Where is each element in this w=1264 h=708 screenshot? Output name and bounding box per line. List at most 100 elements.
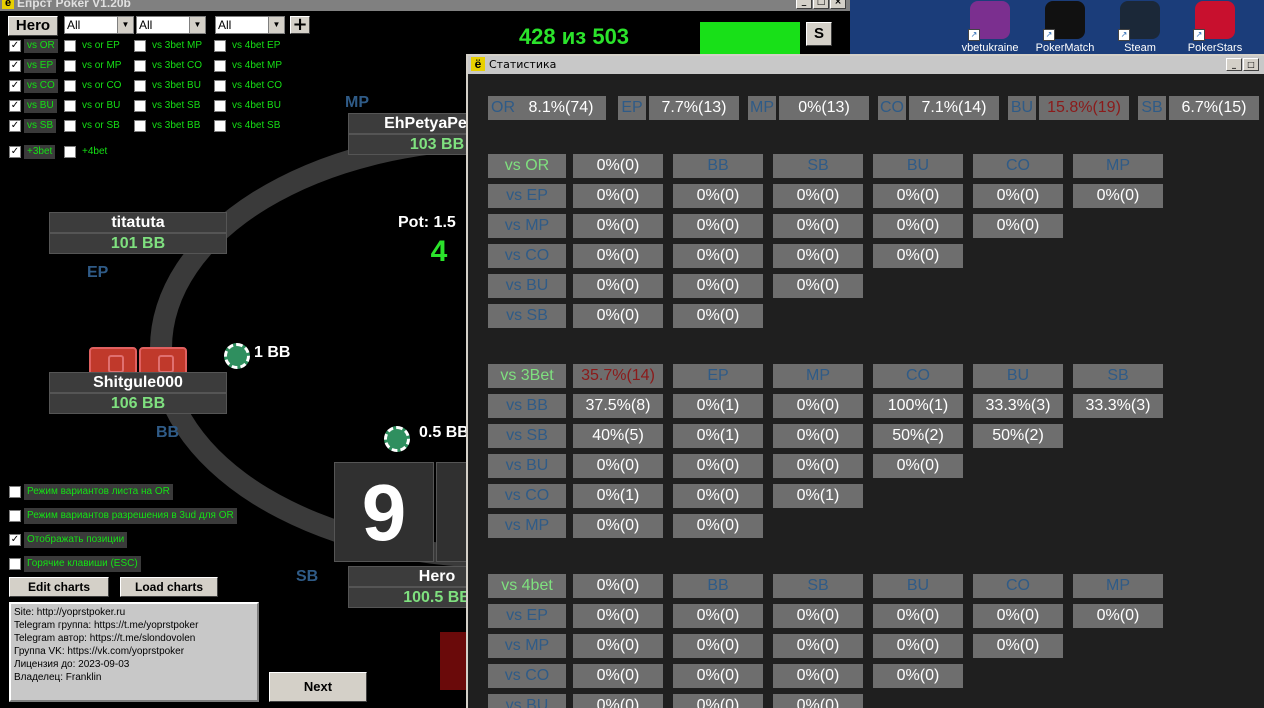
filter-select-3[interactable]: All ▼ (215, 16, 285, 34)
checkbox-box[interactable] (64, 80, 76, 92)
checkbox-box[interactable] (9, 558, 21, 570)
stat-cell: 0%(0) (773, 394, 863, 418)
maximize-button[interactable]: □ (813, 0, 829, 9)
range-checkbox[interactable]: vs 4bet BU (214, 99, 284, 113)
stat-cell: 0%(1) (573, 484, 663, 508)
checkbox-box[interactable] (214, 40, 226, 52)
stats-titlebar[interactable]: ё Статистика _ □ (468, 56, 1264, 74)
filter-select-1-value: All (67, 18, 81, 32)
option-checkbox[interactable]: Режим вариантов листа на OR (9, 484, 173, 500)
section-total: 35.7%(14) (573, 364, 663, 388)
range-checkbox[interactable]: vs 4bet CO (214, 79, 285, 93)
range-checkbox[interactable]: vs 3bet BU (134, 79, 204, 93)
checkbox-box[interactable] (134, 80, 146, 92)
range-checkbox[interactable]: ✓ vs CO (9, 79, 58, 93)
checkbox-box[interactable] (214, 120, 226, 132)
range-checkbox[interactable]: vs 4bet SB (214, 119, 283, 133)
stat-cell: 0%(0) (673, 214, 763, 238)
desktop-icon-steam[interactable]: ↗ Steam (1110, 0, 1170, 54)
load-charts-button[interactable]: Load charts (120, 577, 218, 597)
range-checkbox[interactable]: vs 3bet SB (134, 99, 203, 113)
chevron-down-icon[interactable]: ▼ (268, 17, 284, 33)
row-label: vs EP (488, 184, 566, 208)
checkbox-box[interactable]: ✓ (9, 40, 21, 52)
checkbox-box[interactable] (64, 146, 76, 158)
range-checkbox[interactable]: vs 4bet EP (214, 39, 283, 53)
seat-ep[interactable]: titatuta 101 BB (49, 212, 227, 254)
range-checkbox[interactable]: ✓ vs EP (9, 59, 57, 73)
info-line: Telegram группа: https://t.me/yoprstpoke… (14, 620, 199, 631)
checkbox-box[interactable] (134, 120, 146, 132)
stat-cell: 0%(0) (573, 274, 663, 298)
checkbox-box[interactable] (134, 60, 146, 72)
vbet-icon: ↗ (968, 1, 1010, 41)
next-button[interactable]: Next (269, 672, 367, 702)
checkbox-box[interactable]: ✓ (9, 100, 21, 112)
range-checkbox[interactable]: +4bet (64, 145, 110, 159)
range-checkbox[interactable]: vs or MP (64, 59, 124, 73)
seat-bb[interactable]: Shitgule000 106 BB (49, 372, 227, 414)
checkbox-box[interactable] (134, 40, 146, 52)
maximize-button[interactable]: □ (1243, 58, 1259, 71)
player-name: titatuta (49, 212, 227, 233)
hero-tab[interactable]: Hero (8, 16, 58, 36)
shortcut-arrow-icon: ↗ (1193, 29, 1205, 41)
stat-cell: 0%(0) (1073, 184, 1163, 208)
desktop-icon-vbetukraine[interactable]: ↗ vbetukraine (960, 0, 1020, 54)
checkbox-box[interactable] (214, 80, 226, 92)
column-header: SB (1073, 364, 1163, 388)
add-filter-button[interactable]: + (290, 16, 310, 34)
s-button[interactable]: S (806, 22, 832, 46)
desktop-icon-pokerstars[interactable]: ↗ PokerStars (1185, 0, 1245, 54)
checkbox-box[interactable] (134, 100, 146, 112)
checkbox-label: vs or EP (82, 40, 120, 51)
checkbox-box[interactable] (214, 60, 226, 72)
section-title: vs OR (488, 154, 566, 178)
chevron-down-icon[interactable]: ▼ (117, 17, 133, 33)
stat-cell: 0%(0) (773, 664, 863, 688)
checkbox-label: vs 4bet CO (232, 80, 283, 91)
option-checkbox[interactable]: Горячие клавиши (ESC) (9, 556, 141, 572)
range-checkbox[interactable]: vs 4bet MP (214, 59, 285, 73)
edit-charts-button[interactable]: Edit charts (9, 577, 109, 597)
checkbox-box[interactable]: ✓ (9, 60, 21, 72)
checkbox-box[interactable]: ✓ (9, 146, 21, 158)
range-checkbox[interactable]: vs 3bet BB (134, 119, 203, 133)
checkbox-box[interactable]: ✓ (9, 120, 21, 132)
checkbox-box[interactable] (9, 486, 21, 498)
close-button[interactable]: × (830, 0, 846, 9)
range-checkbox[interactable]: vs 3bet MP (134, 39, 205, 53)
checkbox-box[interactable] (9, 510, 21, 522)
range-checkbox[interactable]: ✓ vs BU (9, 99, 57, 113)
checkbox-box[interactable] (214, 100, 226, 112)
range-checkbox[interactable]: ✓ +3bet (9, 145, 56, 159)
range-checkbox[interactable]: vs or SB (64, 119, 123, 133)
checkbox-label: vs 4bet SB (232, 120, 281, 131)
checkbox-label: vs or BU (82, 100, 121, 111)
option-checkbox[interactable]: ✓ Отображать позиции (9, 532, 128, 548)
checkbox-label: vs 4bet MP (232, 60, 283, 71)
desktop-icon-pokermatch[interactable]: ↗ PokerMatch (1035, 0, 1095, 54)
filter-select-1[interactable]: All ▼ (64, 16, 134, 34)
range-checkbox[interactable]: vs or CO (64, 79, 124, 93)
range-checkbox[interactable]: vs or BU (64, 99, 123, 113)
minimize-button[interactable]: _ (1226, 58, 1242, 71)
checkbox-box[interactable] (64, 100, 76, 112)
position-label-ep: EP (87, 264, 109, 281)
checkbox-box[interactable] (64, 60, 76, 72)
checkbox-box[interactable]: ✓ (9, 80, 21, 92)
range-checkbox[interactable]: ✓ vs OR (9, 39, 58, 53)
range-checkbox[interactable]: vs 3bet CO (134, 59, 205, 73)
checkbox-box[interactable] (64, 120, 76, 132)
filter-select-2[interactable]: All ▼ (136, 16, 206, 34)
section-total: 0%(0) (573, 574, 663, 598)
option-checkbox[interactable]: Режим вариантов разрешения в 3ud для OR (9, 508, 237, 524)
checkbox-box[interactable]: ✓ (9, 534, 21, 546)
chevron-down-icon[interactable]: ▼ (189, 17, 205, 33)
range-checkbox[interactable]: ✓ vs SB (9, 119, 57, 133)
minimize-button[interactable]: _ (796, 0, 812, 9)
row-label: vs CO (488, 244, 566, 268)
range-checkbox[interactable]: vs or EP (64, 39, 123, 53)
section-title: vs 4bet (488, 574, 566, 598)
checkbox-box[interactable] (64, 40, 76, 52)
